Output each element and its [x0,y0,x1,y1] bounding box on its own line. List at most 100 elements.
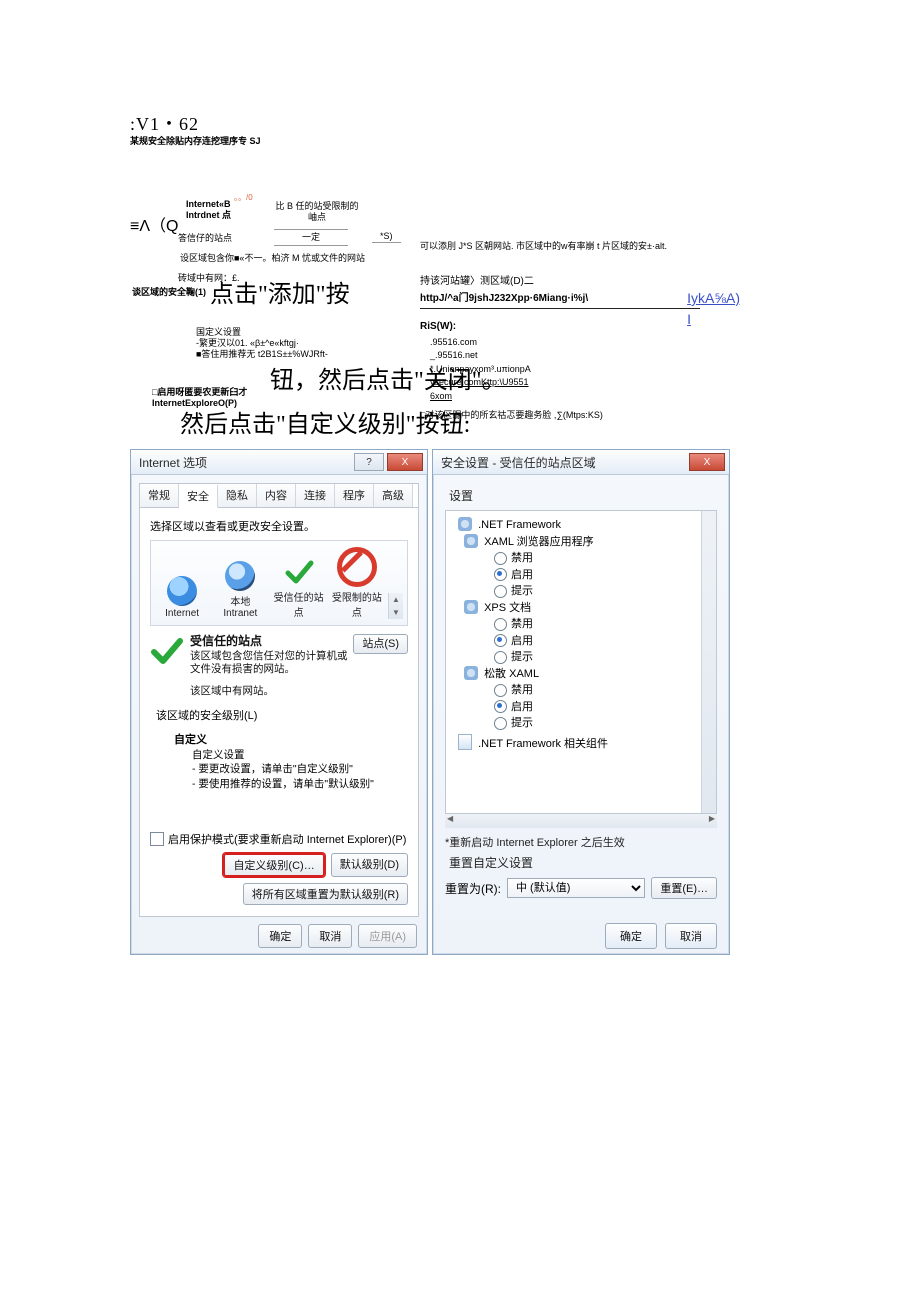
frag-7: 设区域包含你■«不一。柏济 M 忧或文件的网站 [180,253,365,264]
tab-programs[interactable]: 程序 [335,484,374,507]
reset-button[interactable]: 重置(E)… [651,877,717,899]
frag-11: □启用呀匿要农更新臼才 InternetExploreO(P) [152,387,247,409]
close-button[interactable]: X [387,453,423,471]
page-icon [458,734,472,750]
tree-node-xaml-browser[interactable]: XAML 浏览器应用程序 [464,534,712,551]
frag-5: 一定 [274,229,348,246]
tab-connections[interactable]: 连接 [296,484,335,507]
help-button[interactable]: ? [354,453,384,471]
radio-prompt[interactable]: 提示 [494,583,712,600]
dialog-title: 安全设置 - 受信任的站点区域 [441,454,596,471]
gear-icon [464,534,478,548]
ris-label: RiS(W): [420,319,700,334]
zone-scrollbar[interactable]: ▲▼ [388,593,403,619]
zone-picker: Internet 本地 Intranet 受信任的站点 受限制 [150,540,408,626]
reset-to-label: 重置为(R): [445,880,501,897]
zone-label: 持该河站罐〉测区域(D)二 [420,274,700,289]
tree-node-xps[interactable]: XPS 文档 [464,600,712,617]
select-zone-label: 选择区域以查看或更改安全设置。 [150,518,408,534]
security-settings-dialog: 安全设置 - 受信任的站点区域 X 设置 .NET Framework XAML… [432,449,730,955]
frag-dots: 。。/0 [234,193,253,203]
zone-intranet[interactable]: 本地 Intranet [213,561,267,619]
radio-prompt[interactable]: 提示 [494,649,712,666]
tab-security[interactable]: 安全 [179,485,218,508]
titlebar: 安全设置 - 受信任的站点区域 X [433,450,729,475]
frag-3: 比 B 任的站受限制的岫点 [272,201,362,223]
has-sites-text: 该区域中有网站。 [190,685,408,699]
frag-1: ≡Λ（Q [130,217,178,236]
radio-disable[interactable]: 禁用 [494,616,712,633]
tree-node-net[interactable]: .NET Framework [458,517,712,534]
tree-hscroll[interactable]: ◀▶ [445,813,717,828]
custom-level-button[interactable]: 自定义级别(C)… [223,853,324,877]
level-bullet-2: - 要使用推荐的设置，请单击"默认级别" [192,777,408,791]
intro-text: 可以添刖 J*S 区朝网站. 市区域中的w有率崩 t 片区域的安±·alt. [420,240,700,254]
check-icon [284,557,314,587]
globe-icon [167,576,197,606]
frag-6: *S) [372,231,401,243]
site-item: *.Unionpayxom³.uπionpA [430,363,700,377]
frag-10: 国定义设置 -繁更汉以01. «β±^e«kftgj· ■答住用推荐无 t2B1… [196,327,328,359]
version-text: :V1・62 [130,110,790,136]
zone-restricted[interactable]: 受限制的站点 [330,547,384,619]
zone-internet[interactable]: Internet [155,576,209,619]
protected-mode-checkbox[interactable] [150,832,164,846]
apply-button[interactable]: 应用(A) [358,924,417,948]
tab-content[interactable]: 内容 [257,484,296,507]
reset-all-zones-button[interactable]: 将所有区域重置为默认级别(R) [243,883,408,905]
default-level-button[interactable]: 默认级别(D) [331,853,408,877]
trusted-sites-text-block: 可以添刖 J*S 区朝网站. 市区域中的w有率崩 t 片区域的安±·alt. 持… [420,240,700,423]
radio-prompt[interactable]: 提示 [494,715,712,732]
site-list: .95516.com _.95516.net *.Unionpayxom³.uπ… [430,336,700,404]
cancel-button[interactable]: 取消 [308,924,352,948]
protected-mode-label: 启用保护模式(要求重新启动 Internet Explorer)(P) [168,831,406,847]
gear-icon [464,600,478,614]
https-check-text: □对该区脲中的所玄祜忑要趣务脸 ,∑(Mtps:KS) [420,409,700,423]
block-icon [337,547,377,587]
internet-options-dialog: Internet 选项 ? X 常规 安全 隐私 内容 连接 程序 高级 选择区… [130,449,428,955]
tab-advanced[interactable]: 高级 [374,484,413,507]
level-sub: 自定义设置 [192,748,408,762]
gear-icon [464,666,478,680]
ok-button[interactable]: 确定 [258,924,302,948]
site-item: _.95516.net [430,349,700,363]
site-item: .95516.com [430,336,700,350]
tab-general[interactable]: 常规 [140,484,179,507]
titlebar: Internet 选项 ? X [131,450,427,475]
restart-note: *重新启动 Internet Explorer 之后生效 [445,834,717,850]
settings-group-label: 设置 [449,487,717,504]
version-sub: 某规安全除贴内存连挖理序专 SJ [130,134,790,147]
tree-scrollbar[interactable] [701,511,716,813]
radio-disable[interactable]: 禁用 [494,550,712,567]
dialog-title: Internet 选项 [139,454,207,471]
frag-9: 谈区域的安全鞠(1) [132,287,206,298]
radio-enable[interactable]: 启用 [494,567,712,584]
intranet-icon [225,561,255,591]
radio-enable[interactable]: 启用 [494,633,712,650]
reset-label: 重置自定义设置 [449,854,717,871]
frag-4: 答信仔的站点 [178,233,232,244]
reset-to-select[interactable]: 中 (默认值) [507,878,645,898]
level-bullet-1: - 要更改设置，请单击"自定义级别" [192,762,408,776]
frag-8: 砖域中有网：£. [178,273,240,284]
site-item: 6xom [430,390,700,404]
tab-privacy[interactable]: 隐私 [218,484,257,507]
tree-node-loose-xaml[interactable]: 松散 XAML [464,666,712,683]
level-label: 该区域的安全级别(L) [156,709,408,724]
frag-2: Internet«B Intrdnet 点 [186,199,231,221]
level-custom-title: 自定义 [174,734,207,746]
tree-node-net-comp[interactable]: .NET Framework 相关组件 [458,734,712,753]
add-link[interactable]: IykA⅝A)I [687,288,740,330]
radio-disable[interactable]: 禁用 [494,682,712,699]
trusted-title: 受信任的站点 [190,634,262,648]
ok-button[interactable]: 确定 [605,923,657,949]
close-button[interactable]: X [689,453,725,471]
cancel-button[interactable]: 取消 [665,923,717,949]
radio-enable[interactable]: 启用 [494,699,712,716]
zone-trusted[interactable]: 受信任的站点 [272,557,326,619]
gear-icon [458,517,472,531]
zone-url: httpJ/^a门9jshJ232Xpp·6Miang·i%j\ [420,289,700,309]
sites-button[interactable]: 站点(S) [353,634,408,654]
settings-tree[interactable]: .NET Framework XAML 浏览器应用程序 禁用 启用 提示 XPS… [445,510,717,814]
site-item: ysecure.comKttp:\U9551 [430,376,700,390]
